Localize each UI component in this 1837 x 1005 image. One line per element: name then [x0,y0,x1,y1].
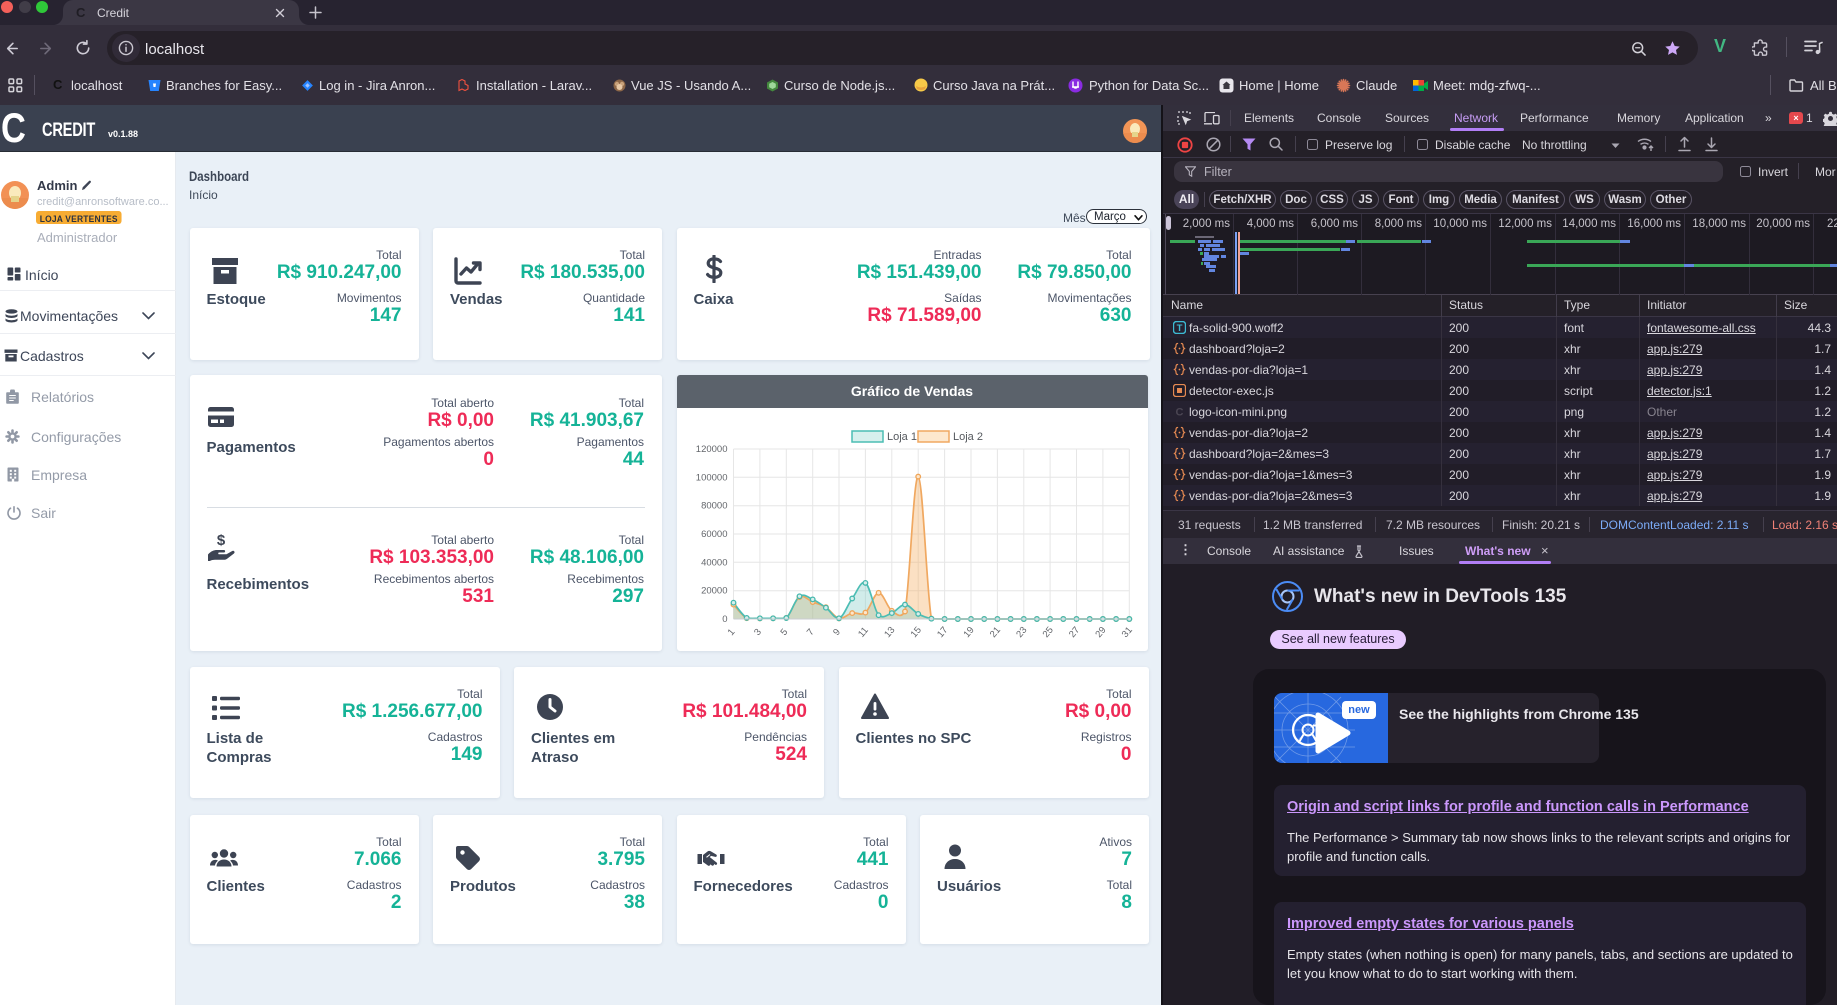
svg-text:Loja 1: Loja 1 [887,431,917,443]
svg-text:40000: 40000 [701,557,727,568]
svg-text:7: 7 [804,627,816,638]
svg-text:120000: 120000 [695,444,727,455]
svg-text:15: 15 [908,625,923,640]
svg-text:17: 17 [935,625,950,640]
svg-text:C: C [1176,407,1184,419]
svg-text:1: 1 [725,627,737,638]
svg-text:11: 11 [856,625,871,640]
svg-text:13: 13 [882,625,897,640]
svg-text:31: 31 [1119,625,1134,640]
svg-text:0: 0 [722,614,727,625]
svg-text:3: 3 [752,627,764,638]
svg-text:29: 29 [1093,625,1108,640]
svg-text:100000: 100000 [695,472,727,483]
svg-text:23: 23 [1014,625,1029,640]
svg-text:9: 9 [831,627,843,638]
svg-text:$: $ [216,533,225,549]
svg-text:80000: 80000 [701,501,727,512]
svg-text:19: 19 [961,625,976,640]
svg-text:20000: 20000 [701,586,727,597]
svg-text:60000: 60000 [701,529,727,540]
svg-text:27: 27 [1066,625,1081,640]
svg-text:T: T [1177,323,1183,334]
svg-text:5: 5 [778,627,790,638]
svg-text:25: 25 [1040,625,1055,640]
svg-text:21: 21 [987,625,1002,640]
svg-text:Loja 2: Loja 2 [953,431,983,443]
